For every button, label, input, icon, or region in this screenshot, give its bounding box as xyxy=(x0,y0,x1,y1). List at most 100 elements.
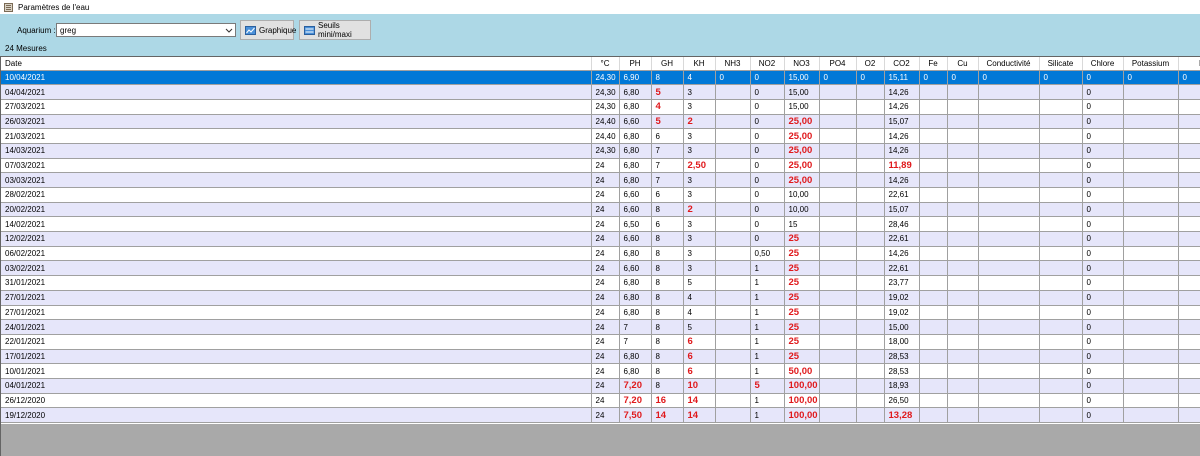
table-cell[interactable]: 2 xyxy=(683,202,716,218)
table-cell[interactable]: 0 xyxy=(1082,260,1124,277)
table-cell[interactable] xyxy=(715,378,751,394)
table-cell[interactable] xyxy=(947,114,979,130)
table-cell[interactable]: 0 xyxy=(856,70,885,86)
table-cell[interactable]: 0 xyxy=(819,70,857,86)
table-cell[interactable]: 13,28 xyxy=(884,407,920,423)
table-cell[interactable] xyxy=(919,393,948,409)
table-cell[interactable] xyxy=(715,393,751,409)
table-cell[interactable] xyxy=(919,319,948,335)
table-cell[interactable]: 7 xyxy=(619,319,652,335)
table-cell[interactable] xyxy=(1039,290,1083,306)
table-cell[interactable]: 2 xyxy=(683,114,716,130)
table-cell[interactable]: 1 xyxy=(750,334,785,350)
table-cell[interactable]: 0 xyxy=(1123,70,1179,86)
table-cell[interactable] xyxy=(1178,187,1200,203)
table-cell[interactable]: 1 xyxy=(750,407,785,423)
table-cell[interactable]: 6,80 xyxy=(619,349,652,365)
table-cell[interactable] xyxy=(856,363,885,379)
table-cell[interactable] xyxy=(1178,260,1200,277)
table-cell[interactable] xyxy=(1039,319,1083,335)
table-cell[interactable] xyxy=(919,275,948,291)
table-cell[interactable] xyxy=(1178,319,1200,335)
table-cell[interactable]: 25 xyxy=(784,334,820,350)
table-row[interactable]: 10/01/2021 24 6,80 8 6 1 50,00 28,53 0 xyxy=(1,363,1200,379)
table-cell[interactable]: 0 xyxy=(1082,216,1124,233)
column-header[interactable]: Silicate xyxy=(1039,57,1083,71)
table-cell[interactable] xyxy=(1039,334,1083,350)
table-cell[interactable] xyxy=(715,216,751,233)
table-cell[interactable]: 21/03/2021 xyxy=(1,128,592,144)
table-row[interactable]: 19/12/2020 24 7,50 14 14 1 100,00 13,28 0 xyxy=(1,407,1200,423)
table-cell[interactable]: 8 xyxy=(651,305,684,321)
table-cell[interactable]: 15,00 xyxy=(884,319,920,335)
table-cell[interactable]: 24 xyxy=(591,202,620,218)
table-cell[interactable] xyxy=(856,114,885,130)
table-cell[interactable] xyxy=(919,246,948,262)
table-cell[interactable] xyxy=(978,187,1040,203)
table-cell[interactable]: 26/03/2021 xyxy=(1,114,592,130)
table-cell[interactable]: 0 xyxy=(750,187,785,203)
table-cell[interactable]: 25 xyxy=(784,349,820,365)
table-cell[interactable]: 24 xyxy=(591,319,620,335)
table-cell[interactable] xyxy=(1123,407,1179,423)
table-cell[interactable]: 27/01/2021 xyxy=(1,305,592,321)
table-cell[interactable] xyxy=(919,407,948,423)
table-cell[interactable]: 6,60 xyxy=(619,114,652,130)
table-cell[interactable]: 26,50 xyxy=(884,393,920,409)
table-cell[interactable] xyxy=(1123,275,1179,291)
table-cell[interactable]: 6,80 xyxy=(619,363,652,379)
table-cell[interactable]: 25 xyxy=(784,260,820,277)
table-cell[interactable]: 3 xyxy=(683,143,716,159)
table-cell[interactable] xyxy=(978,246,1040,262)
table-cell[interactable] xyxy=(919,363,948,379)
table-cell[interactable]: 24 xyxy=(591,216,620,233)
table-cell[interactable]: 1 xyxy=(750,393,785,409)
table-cell[interactable] xyxy=(978,143,1040,159)
table-cell[interactable]: 14/02/2021 xyxy=(1,216,592,233)
table-cell[interactable]: 15,07 xyxy=(884,114,920,130)
table-cell[interactable] xyxy=(715,231,751,247)
table-cell[interactable]: 1 xyxy=(750,349,785,365)
table-cell[interactable]: 8 xyxy=(651,246,684,262)
column-header[interactable]: KH xyxy=(683,57,716,71)
table-cell[interactable] xyxy=(947,363,979,379)
table-cell[interactable] xyxy=(978,114,1040,130)
table-cell[interactable]: 25 xyxy=(784,319,820,335)
table-cell[interactable]: 24 xyxy=(591,378,620,394)
table-cell[interactable] xyxy=(1123,202,1179,218)
column-header[interactable]: GH xyxy=(651,57,684,71)
table-cell[interactable] xyxy=(947,334,979,350)
measurements-grid[interactable]: Date °C PH GH KH NH3 NO2 NO3 PO4 O2 CO2 Fe Cu Conduct… xyxy=(0,56,1200,424)
table-cell[interactable]: 24,30 xyxy=(591,99,620,115)
table-cell[interactable] xyxy=(715,290,751,306)
table-cell[interactable]: 0 xyxy=(750,158,785,174)
table-cell[interactable] xyxy=(1123,158,1179,174)
table-cell[interactable]: 0 xyxy=(1082,172,1124,188)
table-cell[interactable] xyxy=(1123,172,1179,188)
table-cell[interactable] xyxy=(856,216,885,233)
table-cell[interactable]: 6,80 xyxy=(619,158,652,174)
table-cell[interactable] xyxy=(856,378,885,394)
table-cell[interactable] xyxy=(715,143,751,159)
table-cell[interactable] xyxy=(1039,128,1083,144)
table-cell[interactable] xyxy=(1178,393,1200,409)
table-cell[interactable]: 25,00 xyxy=(784,172,820,188)
table-cell[interactable] xyxy=(919,172,948,188)
table-cell[interactable] xyxy=(947,202,979,218)
table-cell[interactable]: 6,80 xyxy=(619,246,652,262)
table-cell[interactable]: 100,00 xyxy=(784,407,820,423)
table-row[interactable]: 27/03/2021 24,30 6,80 4 3 0 15,00 14,26 0 xyxy=(1,99,1200,115)
table-cell[interactable]: 15,07 xyxy=(884,202,920,218)
column-header[interactable]: CO2 xyxy=(884,57,920,71)
table-cell[interactable]: 20/02/2021 xyxy=(1,202,592,218)
table-cell[interactable]: 8 xyxy=(651,334,684,350)
table-cell[interactable] xyxy=(947,158,979,174)
table-cell[interactable] xyxy=(1123,334,1179,350)
table-cell[interactable]: 3 xyxy=(683,84,716,100)
table-cell[interactable]: 3 xyxy=(683,246,716,262)
table-cell[interactable] xyxy=(978,290,1040,306)
table-cell[interactable]: 14,26 xyxy=(884,84,920,100)
table-cell[interactable] xyxy=(856,407,885,423)
table-cell[interactable]: 0 xyxy=(1082,407,1124,423)
table-cell[interactable]: 0 xyxy=(1082,290,1124,306)
